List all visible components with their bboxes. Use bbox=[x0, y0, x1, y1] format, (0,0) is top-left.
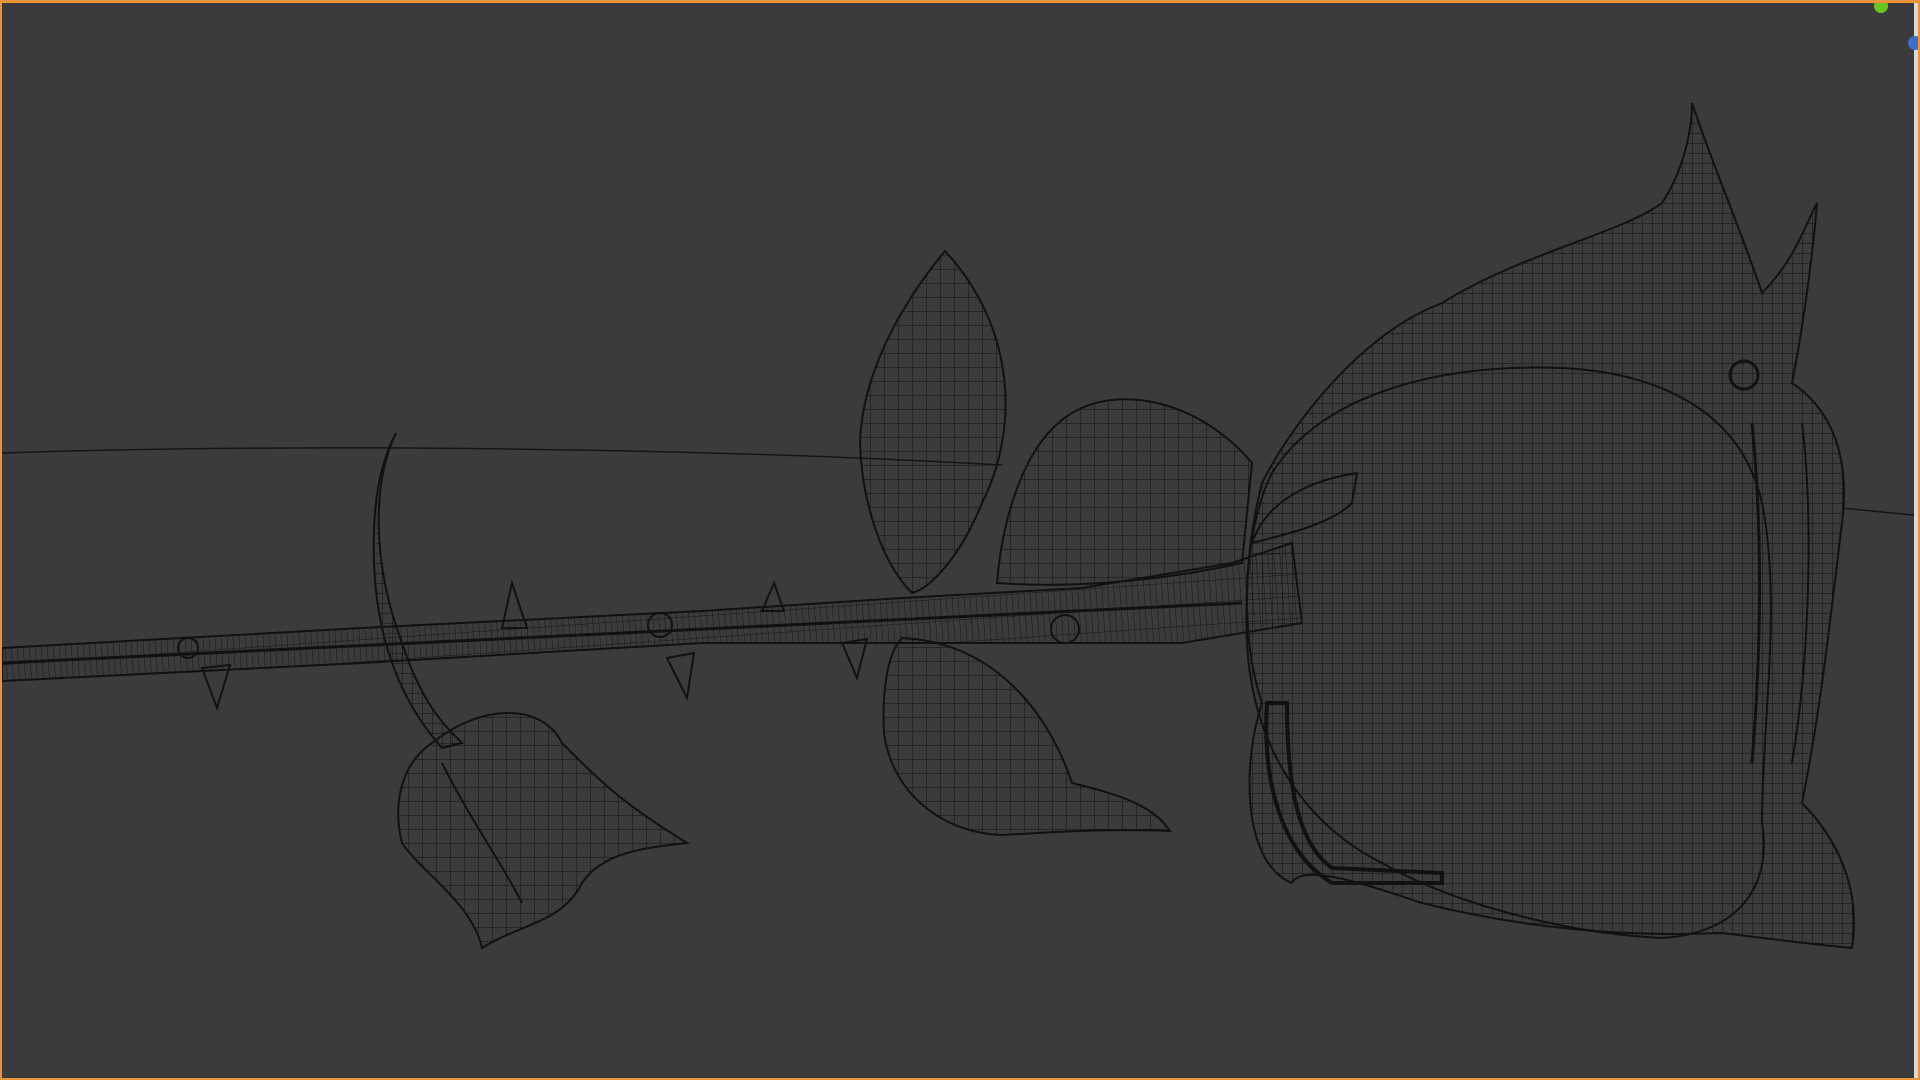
axis-z-dot-icon[interactable] bbox=[1908, 36, 1918, 50]
viewport-right-edge bbox=[1914, 3, 1918, 1078]
rose-blossom bbox=[1245, 102, 1855, 950]
leaf-lower bbox=[882, 636, 1172, 837]
leaf-upper bbox=[858, 249, 1007, 595]
rose-bud bbox=[397, 712, 691, 950]
3d-viewport[interactable] bbox=[0, 0, 1920, 1080]
rose-wireframe-mesh[interactable] bbox=[2, 3, 1920, 1080]
sepal-left bbox=[372, 432, 464, 750]
leaf-middle bbox=[995, 398, 1254, 586]
